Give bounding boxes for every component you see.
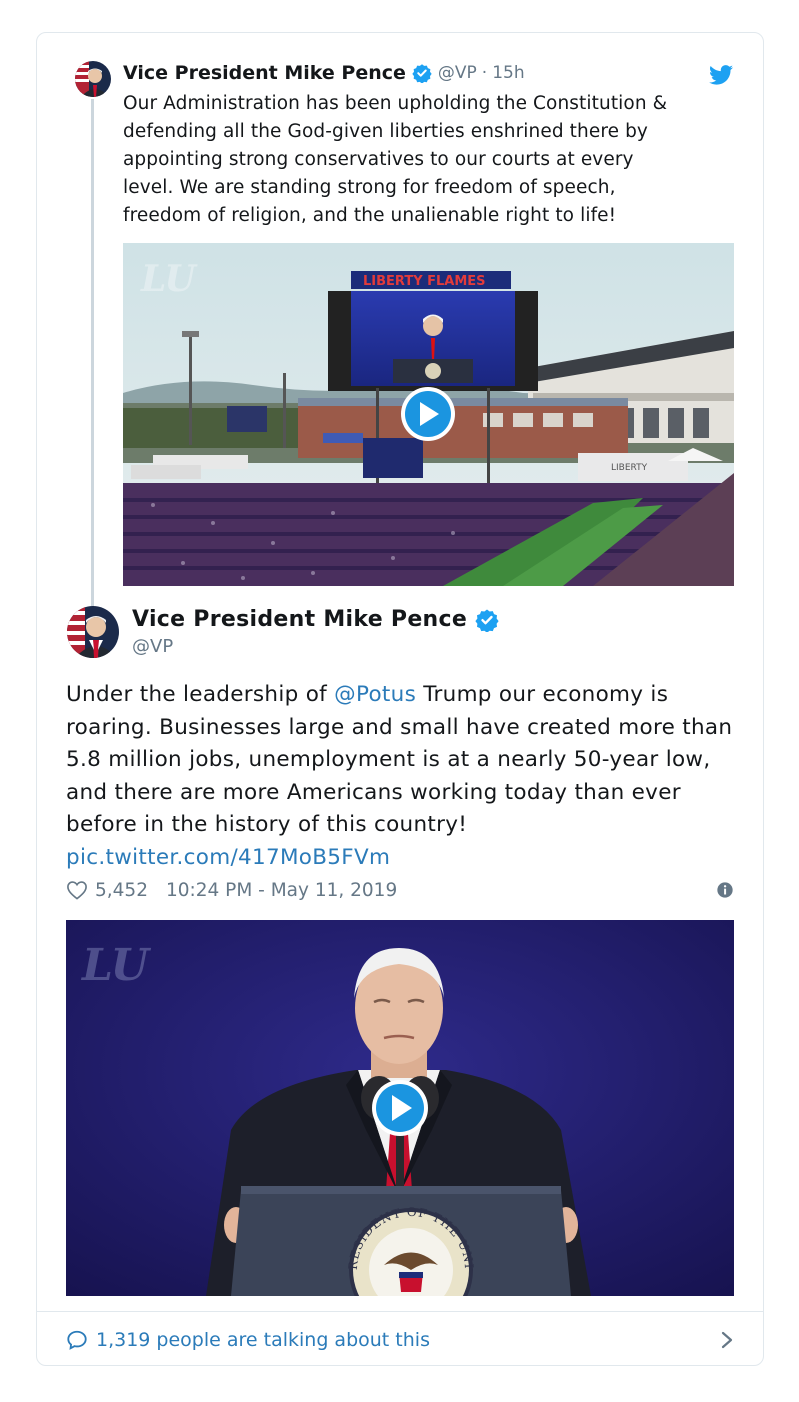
- heart-icon[interactable]: [66, 880, 88, 900]
- main-display-name[interactable]: Vice President Mike Pence: [132, 607, 467, 632]
- talking-footer[interactable]: 1,319 people are talking about this: [66, 1325, 734, 1355]
- truck-text: LIBERTY: [611, 463, 648, 473]
- main-name-row: Vice President Mike Pence: [132, 607, 499, 632]
- tweet-embed-card: Vice President Mike Pence @VP · 15h Our …: [36, 32, 764, 1366]
- thread-line: [91, 99, 94, 607]
- tweet-meta-row: 5,452 10:24 PM - May 11, 2019: [66, 877, 734, 903]
- play-icon[interactable]: [372, 1080, 428, 1136]
- parent-header: Vice President Mike Pence @VP · 15h: [123, 61, 525, 85]
- verified-badge-icon: [412, 64, 432, 83]
- speech-bubble-icon: [67, 1330, 87, 1350]
- video-watermark: LU: [140, 258, 198, 300]
- separator-dot: ·: [481, 63, 488, 83]
- tweet-timestamp[interactable]: 10:24 PM - May 11, 2019: [166, 880, 397, 901]
- talking-count-text[interactable]: 1,319 people are talking about this: [96, 1329, 430, 1351]
- play-icon[interactable]: [401, 387, 455, 441]
- video-watermark: LU: [80, 940, 152, 991]
- verified-badge-icon: [475, 609, 499, 632]
- main-handle[interactable]: @VP: [132, 636, 173, 657]
- parent-tweet-text: Our Administration has been upholding th…: [123, 93, 668, 226]
- tweet-text-part: Under the leadership of: [66, 682, 335, 707]
- main-avatar[interactable]: [67, 606, 119, 658]
- like-count[interactable]: 5,452: [95, 880, 148, 901]
- mention-link-potus[interactable]: @Potus: [334, 682, 416, 707]
- info-icon[interactable]: [716, 881, 734, 899]
- parent-time[interactable]: 15h: [492, 63, 524, 83]
- main-tweet-text: Under the leadership of @Potus Trump our…: [66, 679, 736, 874]
- chevron-right-icon[interactable]: [720, 1331, 734, 1349]
- main-video[interactable]: LU RESIDENT OF THE UNI: [66, 920, 734, 1296]
- footer-divider: [37, 1311, 763, 1312]
- pic-link[interactable]: pic.twitter.com/417MoB5FVm: [66, 845, 390, 870]
- stadium-sign: LIBERTY FLAMES: [363, 274, 486, 289]
- twitter-bird-icon[interactable]: [709, 65, 733, 85]
- parent-video[interactable]: LIBERTY LIBERTY FLAMES LU: [123, 243, 734, 586]
- parent-display-name[interactable]: Vice President Mike Pence: [123, 62, 406, 84]
- parent-handle[interactable]: @VP: [438, 63, 477, 83]
- parent-avatar[interactable]: [75, 61, 111, 97]
